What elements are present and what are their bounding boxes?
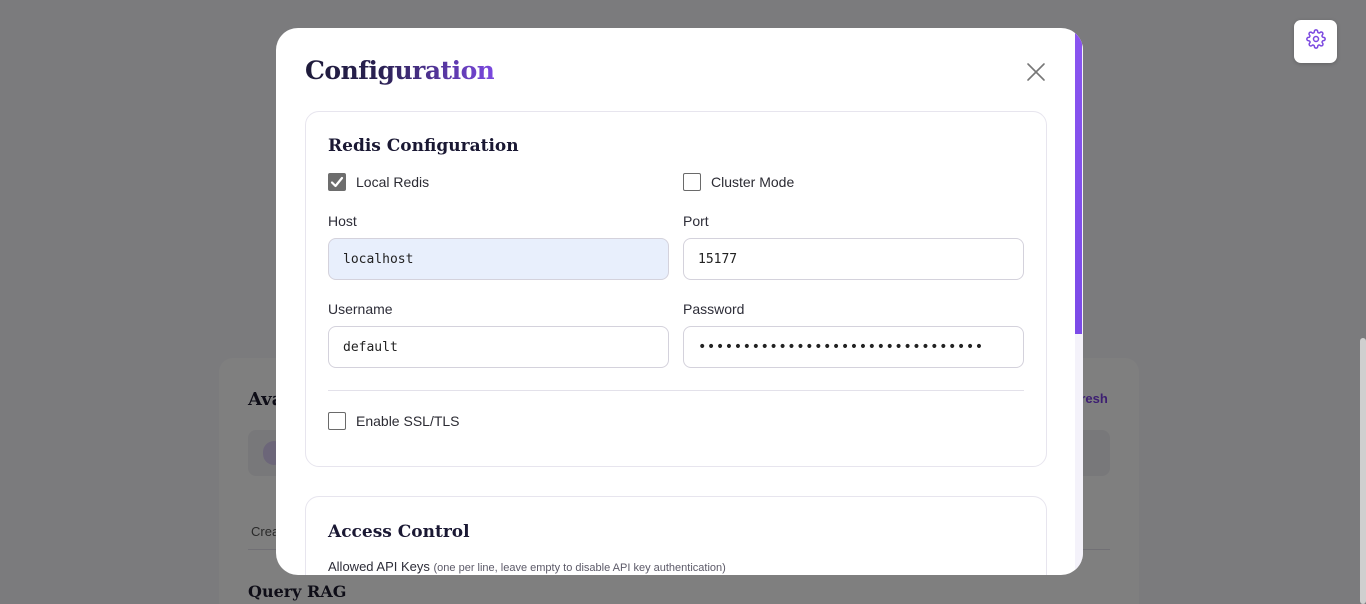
host-label: Host: [328, 213, 357, 229]
configuration-modal: Configuration Redis Configuration Local …: [276, 28, 1083, 575]
local-redis-checkbox-row[interactable]: Local Redis: [328, 173, 429, 191]
close-icon: [1026, 62, 1046, 87]
username-input[interactable]: default: [328, 326, 669, 368]
ssl-checkbox[interactable]: [328, 412, 346, 430]
redis-configuration-section: Redis Configuration Local Redis Cluster …: [305, 111, 1047, 467]
cluster-mode-checkbox[interactable]: [683, 173, 701, 191]
port-label: Port: [683, 213, 709, 229]
local-redis-checkbox[interactable]: [328, 173, 346, 191]
modal-title: Configuration: [305, 56, 495, 85]
ssl-checkbox-row[interactable]: Enable SSL/TLS: [328, 412, 460, 430]
checkmark-icon: [330, 176, 344, 188]
gear-icon: [1305, 29, 1326, 54]
api-keys-label-text: Allowed API Keys: [328, 559, 430, 574]
port-input[interactable]: 15177: [683, 238, 1024, 280]
username-label: Username: [328, 301, 393, 317]
access-section-title: Access Control: [328, 522, 470, 542]
cluster-mode-label: Cluster Mode: [711, 174, 795, 190]
page-scrollbar[interactable]: [1358, 0, 1366, 604]
password-label: Password: [683, 301, 745, 317]
close-button[interactable]: [1025, 62, 1047, 87]
password-input[interactable]: ••••••••••••••••••••••••••••••••: [683, 326, 1024, 368]
local-redis-label: Local Redis: [356, 174, 430, 190]
access-control-section: Access Control Allowed API Keys (one per…: [305, 496, 1047, 575]
api-keys-hint: (one per line, leave empty to disable AP…: [433, 562, 726, 574]
settings-button[interactable]: [1294, 20, 1337, 63]
modal-scrollbar-thumb[interactable]: [1075, 28, 1082, 334]
ssl-label: Enable SSL/TLS: [356, 413, 460, 429]
section-divider: [328, 390, 1024, 391]
redis-section-title: Redis Configuration: [328, 136, 519, 156]
page-scrollbar-thumb[interactable]: [1360, 338, 1366, 604]
cluster-mode-checkbox-row[interactable]: Cluster Mode: [683, 173, 794, 191]
api-keys-label: Allowed API Keys (one per line, leave em…: [328, 559, 726, 574]
modal-scrollbar[interactable]: [1075, 28, 1083, 575]
host-input[interactable]: localhost: [328, 238, 669, 280]
